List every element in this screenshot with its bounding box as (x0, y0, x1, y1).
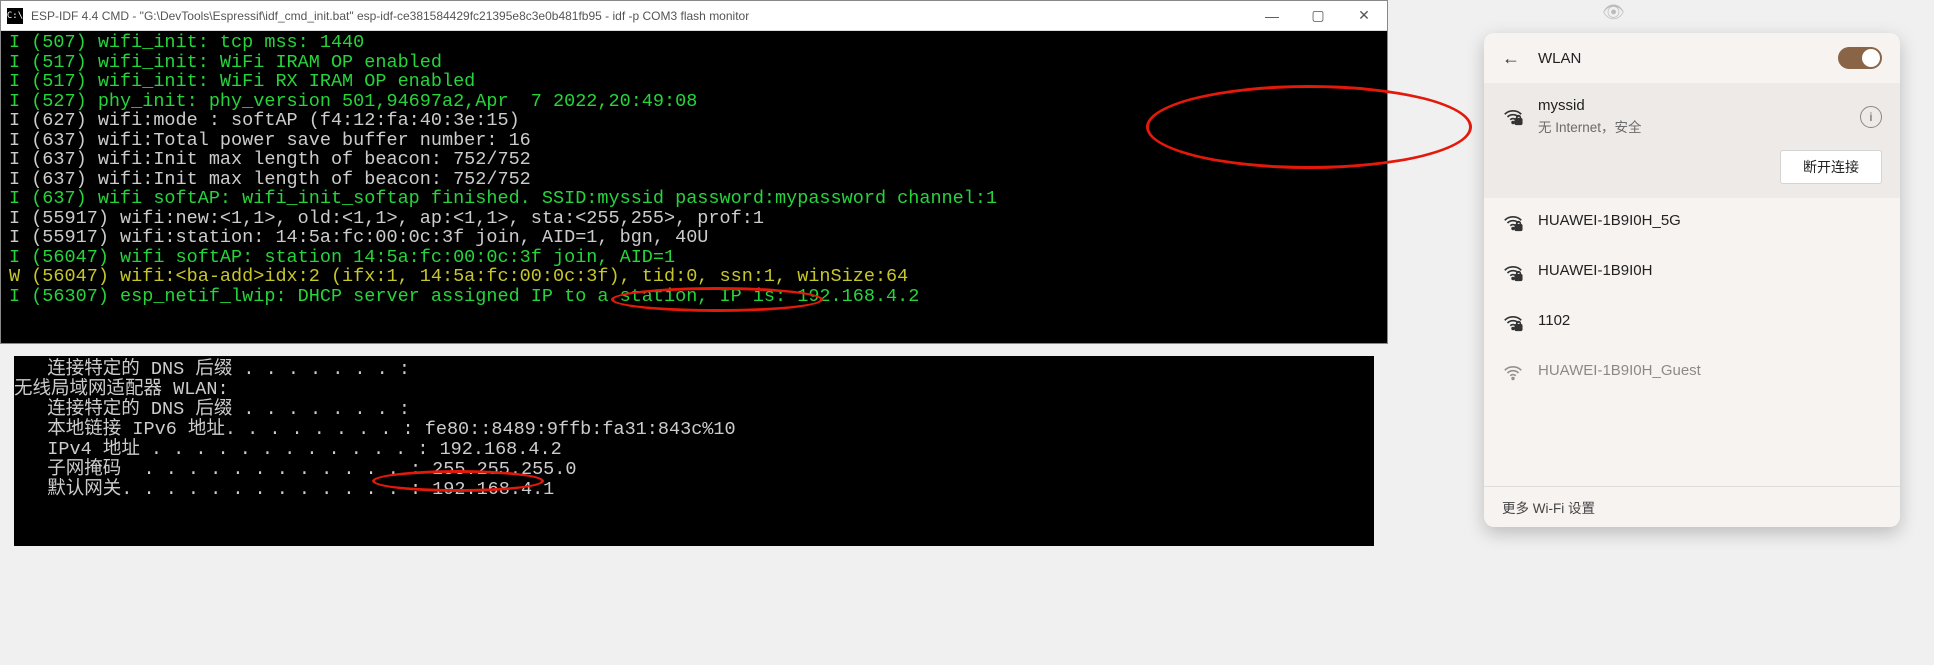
wifi-secure-icon (1502, 106, 1524, 128)
network-name: HUAWEI-1B9I0H_5G (1538, 212, 1681, 229)
network-name: 1102 (1538, 312, 1570, 329)
network-item-connected[interactable]: myssid 无 Internet，安全 i 断开连接 (1484, 83, 1900, 198)
network-item[interactable]: HUAWEI-1B9I0H_Guest (1484, 348, 1900, 398)
wifi-toggle[interactable] (1838, 47, 1882, 69)
esp-idf-terminal-window: C:\ ESP-IDF 4.4 CMD - "G:\DevTools\Espre… (0, 0, 1388, 344)
window-controls: — ▢ ✕ (1249, 1, 1387, 31)
back-arrow-icon[interactable]: ← (1502, 48, 1520, 69)
network-name: HUAWEI-1B9I0H_Guest (1538, 362, 1701, 379)
cmd-icon: C:\ (7, 8, 23, 24)
eye-icon: 👁 (1602, 2, 1625, 23)
ipconfig-output[interactable]: 连接特定的 DNS 后缀 . . . . . . . :无线局域网适配器 WLA… (14, 356, 1374, 546)
terminal-output[interactable]: I (507) wifi_init: tcp mss: 1440I (517) … (1, 31, 1387, 343)
network-item[interactable]: HUAWEI-1B9I0H_5G (1484, 198, 1900, 248)
maximize-button[interactable]: ▢ (1295, 1, 1341, 31)
info-icon[interactable]: i (1860, 106, 1882, 128)
connected-status: 无 Internet，安全 (1538, 116, 1860, 136)
wifi-secure-icon (1502, 262, 1524, 284)
wifi-panel-title: WLAN (1538, 50, 1838, 67)
wifi-flyout-panel: ← WLAN myssid 无 Internet，安全 i 断开连接 (1484, 33, 1900, 527)
window-title: ESP-IDF 4.4 CMD - "G:\DevTools\Espressif… (31, 9, 1249, 23)
wifi-secure-icon (1502, 312, 1524, 334)
wifi-header: ← WLAN (1484, 33, 1900, 83)
network-item[interactable]: HUAWEI-1B9I0H (1484, 248, 1900, 298)
network-item[interactable]: 1102 (1484, 298, 1900, 348)
network-list: myssid 无 Internet，安全 i 断开连接 HUAWEI-1B9I0… (1484, 83, 1900, 486)
network-name: HUAWEI-1B9I0H (1538, 262, 1652, 279)
wifi-secure-icon (1502, 212, 1524, 234)
connected-ssid: myssid (1538, 97, 1860, 114)
disconnect-button[interactable]: 断开连接 (1780, 150, 1882, 184)
titlebar[interactable]: C:\ ESP-IDF 4.4 CMD - "G:\DevTools\Espre… (1, 1, 1387, 31)
close-button[interactable]: ✕ (1341, 1, 1387, 31)
minimize-button[interactable]: — (1249, 1, 1295, 31)
wifi-open-icon (1502, 362, 1524, 384)
more-wifi-settings-link[interactable]: 更多 Wi-Fi 设置 (1484, 486, 1900, 527)
